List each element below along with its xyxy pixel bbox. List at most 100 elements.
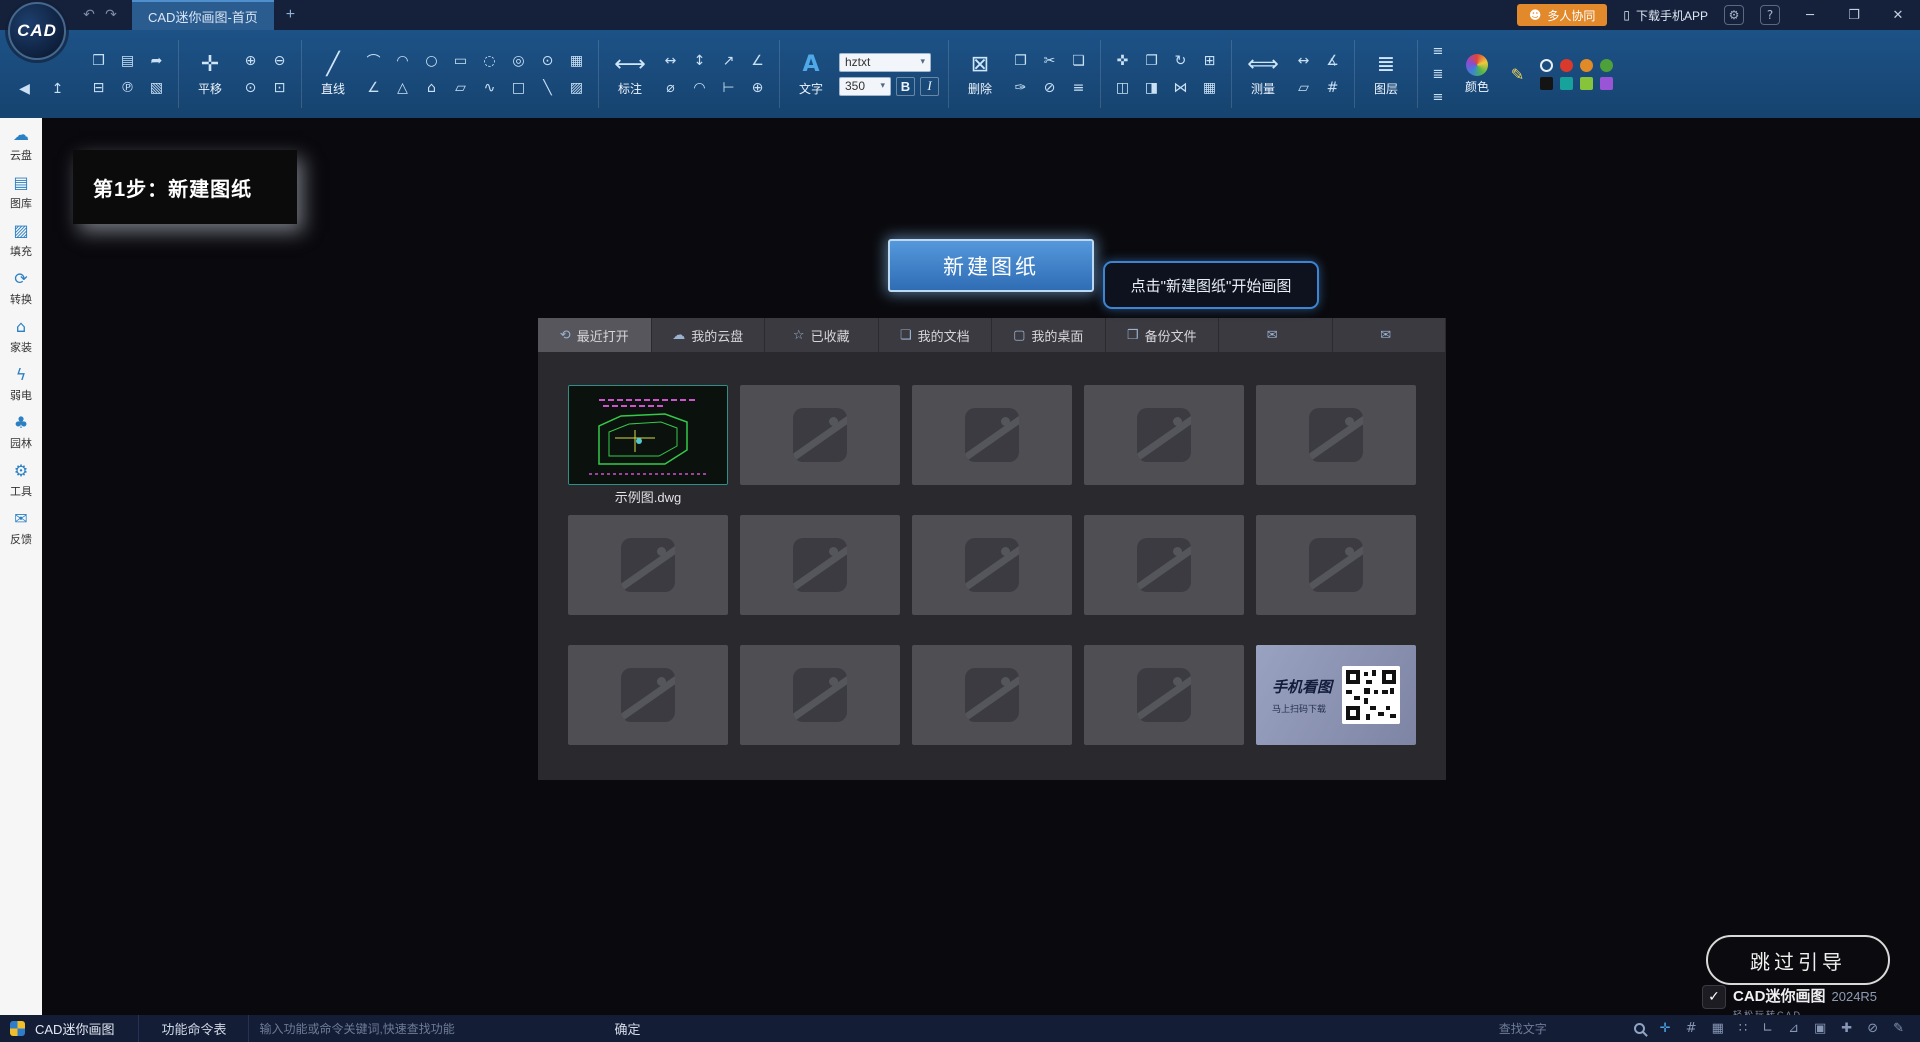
image-export-icon[interactable]: ▧ <box>144 75 169 100</box>
rectangle-icon[interactable]: ▭ <box>448 48 473 73</box>
layer-tool-button[interactable]: ≣ 图层 <box>1364 36 1408 112</box>
pattern-icon[interactable]: ▦ <box>1197 75 1222 100</box>
format-painter-icon[interactable]: ✑ <box>1008 75 1033 100</box>
help-icon[interactable]: ? <box>1760 5 1780 25</box>
sidebar-item-hatch[interactable]: ▨ 填充 <box>10 222 32 259</box>
text-tool-button[interactable]: A 文字 <box>789 36 833 112</box>
swatch-none[interactable] <box>1540 59 1553 72</box>
object-snap-icon[interactable]: ▣ <box>1814 1021 1826 1036</box>
sidebar-item-electrical[interactable]: ϟ 弱电 <box>10 366 32 403</box>
vertical-dimension-icon[interactable]: ↕ <box>687 48 712 73</box>
new-drawing-button[interactable]: 新建图纸 <box>888 239 1094 292</box>
quick-draw-icon[interactable]: ✎ <box>1893 1021 1904 1036</box>
file-thumbnail[interactable]: 手机看图 马上扫码下载 <box>912 645 1072 745</box>
stretch-icon[interactable]: ◨ <box>1139 75 1164 100</box>
rotate-icon[interactable]: ↻ <box>1168 48 1193 73</box>
file-thumbnail[interactable]: 手机看图 马上扫码下载 <box>740 645 900 745</box>
polygon-icon[interactable]: ⌂ <box>419 75 444 100</box>
pan-tool-button[interactable]: ✛ 平移 <box>188 36 232 112</box>
file-thumbnail[interactable]: 手机看图 马上扫码下载 <box>1084 515 1244 615</box>
file-thumbnail[interactable]: 手机看图 马上扫码下载 <box>568 515 728 615</box>
lineweight-icon[interactable]: ≣ <box>1427 63 1449 85</box>
sidebar-item-cloud[interactable]: ☁ 云盘 <box>10 126 32 163</box>
collaboration-button[interactable]: ☻ 多人协同 <box>1517 4 1608 26</box>
settings-gear-icon[interactable]: ⚙ <box>1724 5 1744 25</box>
print-icon[interactable]: ⊟ <box>86 75 111 100</box>
color-tool-button[interactable]: 颜色 <box>1455 36 1499 112</box>
aligned-dimension-icon[interactable]: ↗ <box>716 48 741 73</box>
center-mark-icon[interactable]: ⊕ <box>745 75 770 100</box>
tab-home[interactable]: CAD迷你画图-首页 <box>132 0 274 30</box>
move-status-icon[interactable]: ✛ <box>1660 1021 1671 1036</box>
triangle-icon[interactable]: △ <box>390 75 415 100</box>
close-button[interactable]: ✕ <box>1884 8 1912 23</box>
tab-backup-files[interactable]: ❒ 备份文件 <box>1106 318 1220 352</box>
swatch-teal[interactable] <box>1560 77 1573 90</box>
maximize-button[interactable]: ❐ <box>1840 8 1868 23</box>
grid-display-icon[interactable]: ▦ <box>1712 1021 1724 1036</box>
find-text-input[interactable] <box>1499 1022 1619 1036</box>
tab-my-cloud[interactable]: ☁ 我的云盘 <box>652 318 766 352</box>
search-icon[interactable] <box>1634 1023 1645 1034</box>
measure-coordinate-icon[interactable]: # <box>1320 75 1345 100</box>
zoom-out-icon[interactable]: ⊖ <box>267 48 292 73</box>
ortho-icon[interactable]: ∟ <box>1762 1021 1773 1036</box>
file-thumbnail[interactable]: 手机看图 马上扫码下载 <box>568 645 728 745</box>
file-thumbnail[interactable]: 手机看图 马上扫码下载 <box>1256 385 1416 485</box>
linear-dimension-icon[interactable]: ↔ <box>658 48 683 73</box>
upload-icon[interactable]: ↥ <box>45 76 70 101</box>
tab-extra-2[interactable]: ✉ <box>1333 318 1447 352</box>
measure-angle-icon[interactable]: ∡ <box>1320 48 1345 73</box>
file-thumbnail-sample[interactable]: 手机看图 马上扫码下载 <box>568 385 728 485</box>
command-search-input[interactable] <box>259 1022 594 1036</box>
swatch-orange[interactable] <box>1580 59 1593 72</box>
baseline-dimension-icon[interactable]: ⊢ <box>716 75 741 100</box>
spline-icon[interactable]: ∿ <box>477 75 502 100</box>
point-icon[interactable]: ⊙ <box>535 48 560 73</box>
arc-icon[interactable]: ◠ <box>390 48 415 73</box>
copy-icon[interactable]: ❐ <box>1008 48 1033 73</box>
italic-button[interactable]: I <box>920 77 939 96</box>
polar-tracking-icon[interactable]: ⊿ <box>1788 1021 1799 1036</box>
grid-snap-icon[interactable]: # <box>1686 1021 1697 1036</box>
file-thumbnail[interactable]: 手机看图 马上扫码下载 <box>740 515 900 615</box>
file-thumbnail[interactable]: 手机看图 马上扫码下载 <box>912 515 1072 615</box>
bold-button[interactable]: B <box>896 77 915 96</box>
point-snap-icon[interactable]: ∷ <box>1739 1021 1747 1036</box>
polyline-icon[interactable]: ⌒ <box>361 48 386 73</box>
minimize-button[interactable]: ─ <box>1796 8 1824 23</box>
save-icon[interactable]: ▤ <box>115 48 140 73</box>
pen-color-icon[interactable]: ✎ <box>1505 62 1530 87</box>
zoom-window-icon[interactable]: ⊡ <box>267 75 292 100</box>
diameter-dimension-icon[interactable]: ⌀ <box>658 75 683 100</box>
delete-tool-button[interactable]: ⊠ 删除 <box>958 36 1002 112</box>
sidebar-item-convert[interactable]: ⟳ 转换 <box>10 270 32 307</box>
hatch-icon[interactable]: ▨ <box>564 75 589 100</box>
file-thumbnail[interactable]: 手机看图 马上扫码下载 <box>1084 385 1244 485</box>
sidebar-item-feedback[interactable]: ✉ 反馈 <box>10 510 32 547</box>
table-icon[interactable]: ▦ <box>564 48 589 73</box>
zoom-extents-icon[interactable]: ⊙ <box>238 75 263 100</box>
parallelogram-icon[interactable]: ▱ <box>448 75 473 100</box>
tab-recent-files[interactable]: ⟲ 最近打开 <box>538 318 652 352</box>
offset-icon[interactable]: ◫ <box>1110 75 1135 100</box>
open-file-icon[interactable]: ❒ <box>86 48 111 73</box>
mirror-icon[interactable]: ⋈ <box>1168 75 1193 100</box>
confirm-button[interactable]: 确定 <box>604 1017 650 1040</box>
sidebar-item-gallery[interactable]: ▤ 图库 <box>10 174 32 211</box>
transparency-icon[interactable]: ≡ <box>1427 86 1449 108</box>
pdf-export-icon[interactable]: ℗ <box>115 75 140 100</box>
array-icon[interactable]: ⊞ <box>1197 48 1222 73</box>
swatch-red[interactable] <box>1560 59 1573 72</box>
back-icon[interactable]: ◀ <box>12 76 37 101</box>
erase-icon[interactable]: ⊘ <box>1037 75 1062 100</box>
measure-distance-icon[interactable]: ↔ <box>1291 48 1316 73</box>
dimension-tool-button[interactable]: ⟷ 标注 <box>608 36 652 112</box>
arc-dimension-icon[interactable]: ◠ <box>687 75 712 100</box>
command-table-button[interactable]: 功能命令表 <box>138 1015 249 1042</box>
new-tab-button[interactable]: + <box>286 6 295 24</box>
swatch-black[interactable] <box>1540 77 1553 90</box>
tab-extra-1[interactable]: ✉ <box>1219 318 1333 352</box>
copy-object-icon[interactable]: ❐ <box>1139 48 1164 73</box>
angular-dimension-icon[interactable]: ∠ <box>745 48 770 73</box>
